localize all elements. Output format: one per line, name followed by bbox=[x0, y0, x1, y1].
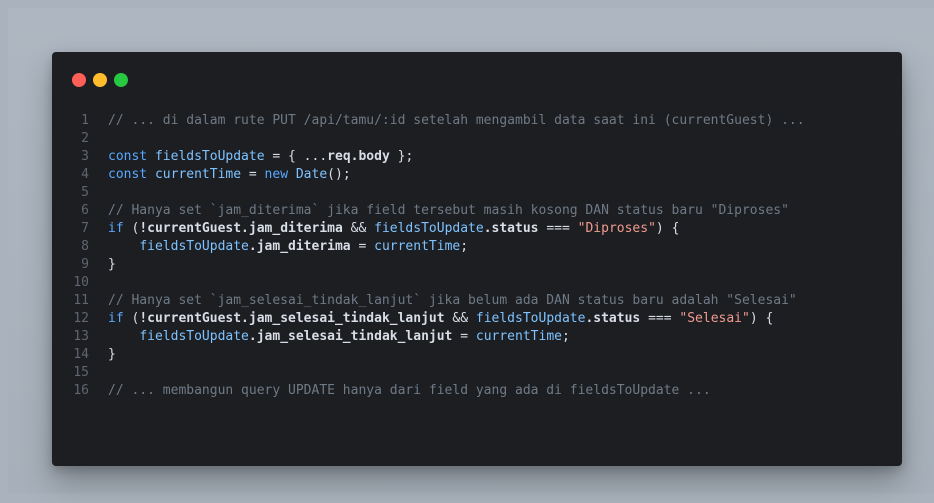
code-text: if (!currentGuest.jam_selesai_tindak_lan… bbox=[108, 310, 773, 328]
code-line: 2 bbox=[52, 130, 902, 148]
code-line: 15 bbox=[52, 364, 902, 382]
code-line: 8 fieldsToUpdate.jam_diterima = currentT… bbox=[52, 238, 902, 256]
code-token: .jam_diterima bbox=[248, 239, 351, 254]
code-token: !currentGuest.jam_diterima bbox=[139, 221, 343, 236]
code-text: const currentTime = new Date(); bbox=[108, 166, 351, 184]
code-token: = bbox=[350, 239, 375, 254]
code-token: { bbox=[288, 149, 296, 164]
code-line: 10 bbox=[52, 274, 902, 292]
code-token: && bbox=[342, 221, 375, 236]
code-token: if bbox=[108, 311, 132, 326]
code-token: = bbox=[452, 329, 476, 344]
code-token: currentTime bbox=[475, 329, 562, 344]
code-token: // Hanya set `jam_diterima` jika field t… bbox=[108, 203, 789, 218]
code-token: && bbox=[444, 311, 476, 326]
code-text: fieldsToUpdate.jam_selesai_tindak_lanjut… bbox=[108, 328, 570, 346]
code-token: .status bbox=[483, 221, 539, 236]
line-number: 13 bbox=[73, 329, 89, 344]
line-number: 2 bbox=[81, 131, 89, 146]
code-token: !currentGuest.jam_selesai_tindak_lanjut bbox=[139, 311, 445, 326]
code-line: 13 fieldsToUpdate.jam_selesai_tindak_lan… bbox=[52, 328, 902, 346]
code-token: currentTime bbox=[374, 239, 461, 254]
line-number: 16 bbox=[73, 383, 89, 398]
code-token: .jam_selesai_tindak_lanjut bbox=[248, 329, 453, 344]
line-number: 15 bbox=[73, 365, 89, 380]
code-token: currentTime bbox=[154, 167, 242, 182]
code-token: = bbox=[241, 167, 265, 182]
code-token: ... bbox=[295, 149, 328, 164]
code-line: 14} bbox=[52, 346, 902, 364]
line-number: 12 bbox=[73, 311, 89, 326]
code-token: "Diproses" bbox=[577, 221, 656, 236]
code-token: // Hanya set `jam_selesai_tindak_lanjut`… bbox=[108, 293, 797, 308]
code-token: fieldsToUpdate bbox=[475, 311, 586, 326]
code-token: } bbox=[108, 347, 116, 362]
code-text: // Hanya set `jam_diterima` jika field t… bbox=[108, 202, 789, 220]
maximize-window-icon[interactable] bbox=[114, 73, 128, 87]
code-token: Date bbox=[295, 167, 328, 182]
code-line: 3 const fieldsToUpdate = { ...req.body }; bbox=[52, 148, 902, 166]
line-number: 10 bbox=[73, 275, 89, 290]
code-token: new bbox=[264, 167, 296, 182]
code-token: === bbox=[640, 311, 680, 326]
code-line: 1 // ... di dalam rute PUT /api/tamu/:id … bbox=[52, 112, 902, 130]
code-token: ; bbox=[460, 239, 469, 254]
code-block: 1 // ... di dalam rute PUT /api/tamu/:id … bbox=[52, 112, 902, 400]
code-text: // ... di dalam rute PUT /api/tamu/:id s… bbox=[108, 112, 805, 130]
code-token: ) { bbox=[655, 221, 680, 236]
code-token: fieldsToUpdate bbox=[154, 149, 265, 164]
code-line: 12 if (!currentGuest.jam_selesai_tindak_l… bbox=[52, 310, 902, 328]
minimize-window-icon[interactable] bbox=[93, 73, 107, 87]
code-token: .status bbox=[585, 311, 641, 326]
window-titlebar bbox=[52, 52, 902, 104]
line-number: 5 bbox=[81, 185, 89, 200]
code-token: } bbox=[108, 257, 116, 272]
code-text: // Hanya set `jam_selesai_tindak_lanjut`… bbox=[108, 292, 797, 310]
code-text: } bbox=[108, 346, 116, 364]
line-number: 9 bbox=[81, 257, 89, 272]
line-number: 3 bbox=[81, 149, 89, 164]
code-token: fieldsToUpdate bbox=[374, 221, 484, 236]
code-line: 11 // Hanya set `jam_selesai_tindak_lanju… bbox=[52, 292, 902, 310]
code-line: 4 const currentTime = new Date(); bbox=[52, 166, 902, 184]
line-number: 4 bbox=[81, 167, 89, 182]
code-text: fieldsToUpdate.jam_diterima = currentTim… bbox=[108, 238, 468, 256]
code-token: fieldsToUpdate bbox=[139, 239, 249, 254]
code-line: 5 bbox=[52, 184, 902, 202]
line-number: 14 bbox=[73, 347, 89, 362]
code-token: }; bbox=[389, 149, 414, 164]
code-text: const fieldsToUpdate = { ...req.body }; bbox=[108, 148, 413, 166]
code-token: req.body bbox=[327, 149, 390, 164]
code-line: 9} bbox=[52, 256, 902, 274]
code-token: // ... membangun query UPDATE hanya dari… bbox=[108, 383, 711, 398]
code-token: "Selesai" bbox=[679, 311, 750, 326]
code-token: = bbox=[264, 149, 289, 164]
close-window-icon[interactable] bbox=[72, 73, 86, 87]
code-window: 1 // ... di dalam rute PUT /api/tamu/:id … bbox=[52, 52, 902, 466]
code-token: fieldsToUpdate bbox=[139, 329, 249, 344]
code-line: 16 // ... membangun query UPDATE hanya da… bbox=[52, 382, 902, 400]
code-token: if bbox=[108, 221, 132, 236]
code-token: (); bbox=[327, 167, 351, 182]
line-number: 7 bbox=[81, 221, 89, 236]
code-text: } bbox=[108, 256, 116, 274]
code-line: 6 // Hanya set `jam_diterima` jika field … bbox=[52, 202, 902, 220]
code-line: 7 if (!currentGuest.jam_diterima && field… bbox=[52, 220, 902, 238]
code-text: if (!currentGuest.jam_diterima && fields… bbox=[108, 220, 679, 238]
code-token: const bbox=[108, 167, 155, 182]
code-token: ; bbox=[561, 329, 570, 344]
line-number: 11 bbox=[73, 293, 89, 308]
code-token: === bbox=[538, 221, 578, 236]
code-token: ) { bbox=[749, 311, 774, 326]
code-text: // ... membangun query UPDATE hanya dari… bbox=[108, 382, 711, 400]
code-token: // ... di dalam rute PUT /api/tamu/:id s… bbox=[108, 113, 805, 128]
code-token: const bbox=[108, 149, 155, 164]
line-number: 6 bbox=[81, 203, 89, 218]
line-number: 8 bbox=[81, 239, 89, 254]
line-number: 1 bbox=[81, 113, 89, 128]
